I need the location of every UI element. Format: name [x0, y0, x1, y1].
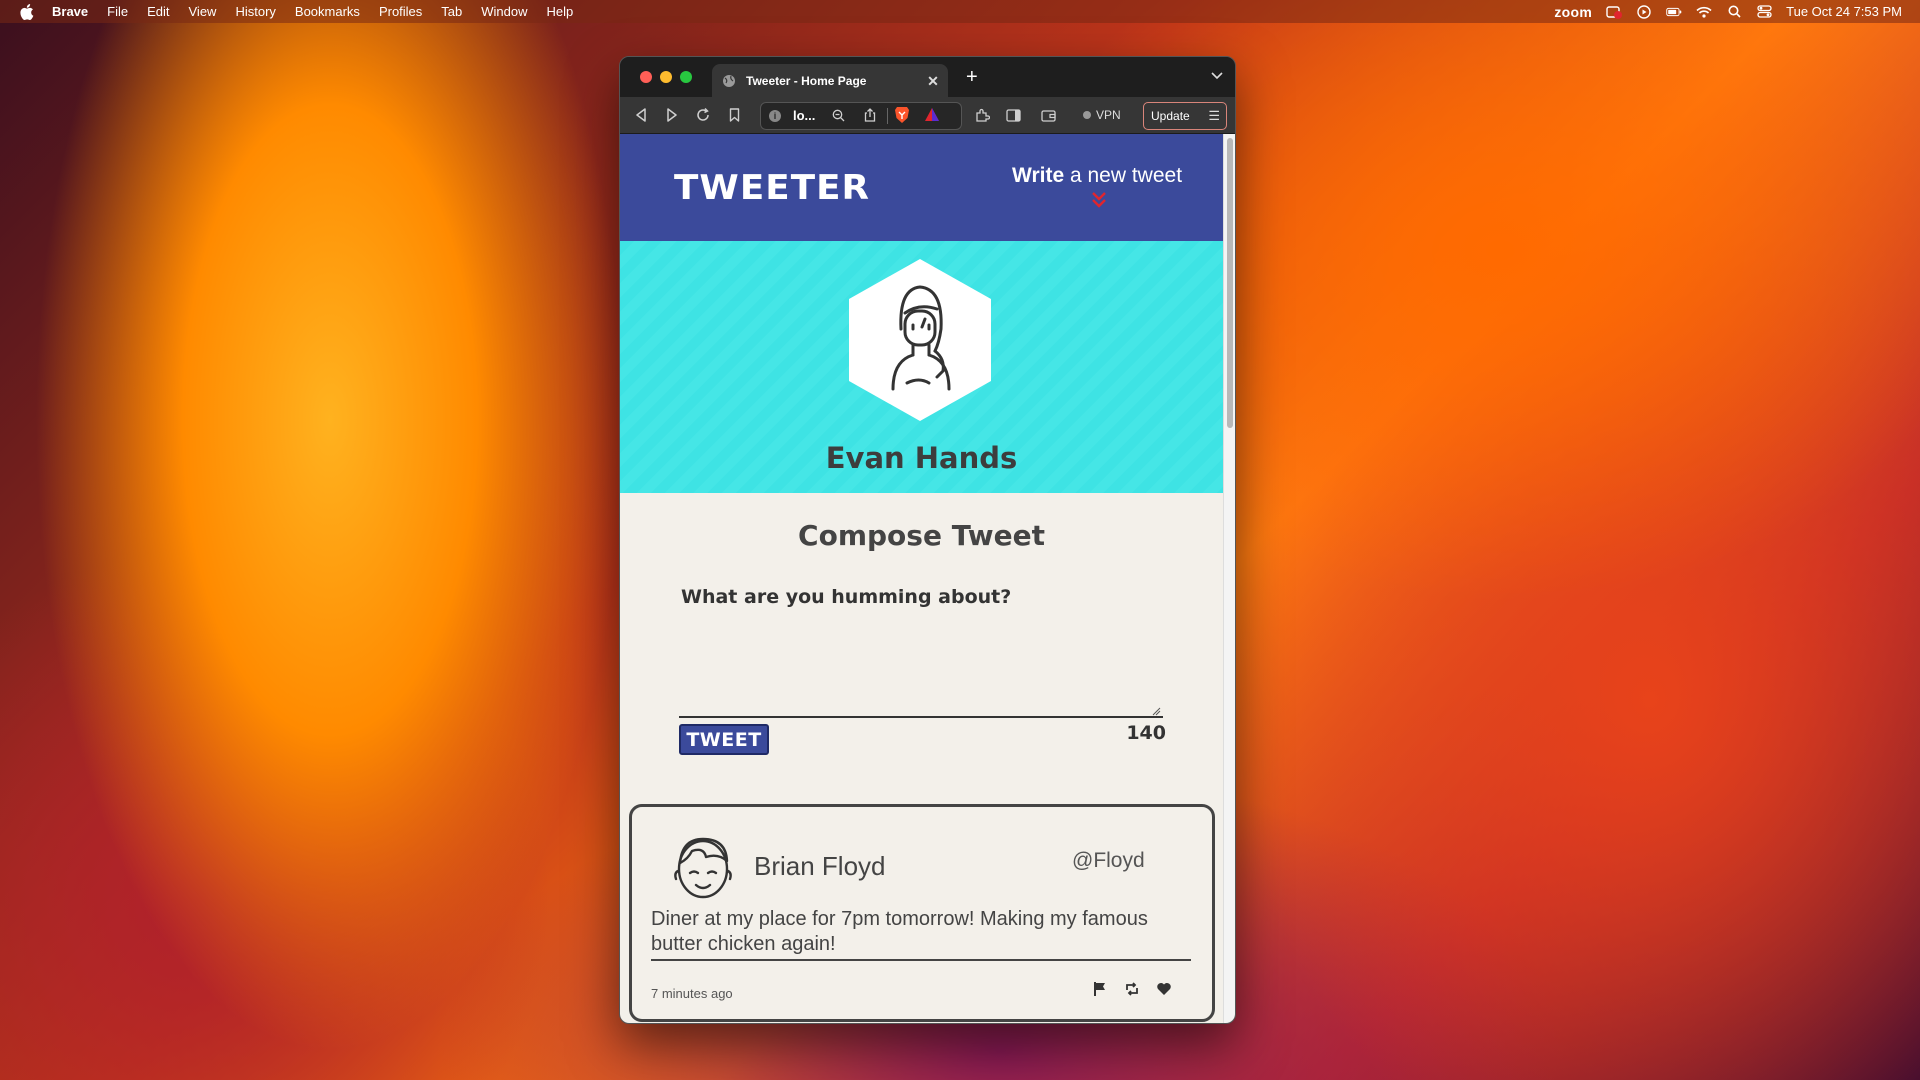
new-tab-plus-icon[interactable]: + — [966, 67, 978, 87]
tweet-submit-button[interactable]: TWEET — [679, 724, 769, 755]
play-circle-icon[interactable] — [1636, 4, 1652, 19]
page-viewport: TWEETER Write a new tweet Evan Hands Com… — [620, 134, 1223, 1023]
tweet-author-avatar — [670, 831, 736, 903]
zoom-status-item[interactable]: zoom — [1554, 4, 1592, 20]
zoom-out-icon[interactable] — [829, 106, 847, 124]
brave-shields-icon[interactable] — [893, 106, 911, 124]
vpn-label: VPN — [1096, 108, 1121, 122]
update-button[interactable]: Update ☰ — [1143, 102, 1227, 130]
tab-tweeter-home[interactable]: Tweeter - Home Page ✕ — [712, 64, 948, 97]
bookmark-icon[interactable] — [725, 106, 743, 124]
menu-bookmarks[interactable]: Bookmarks — [295, 4, 360, 19]
tweet-author-name: Brian Floyd — [754, 851, 886, 881]
hamburger-menu-icon[interactable]: ☰ — [1208, 108, 1220, 124]
menu-profiles[interactable]: Profiles — [379, 4, 422, 19]
tweet-text-input[interactable] — [679, 614, 1163, 718]
write-rest-text: a new tweet — [1064, 164, 1183, 187]
browser-window: Tweeter - Home Page ✕ + i lo... VPN Upda… — [619, 56, 1236, 1024]
profile-header: Evan Hands — [620, 241, 1223, 493]
battery-icon[interactable] — [1666, 5, 1682, 19]
profile-username: Evan Hands — [825, 441, 1018, 475]
back-icon[interactable] — [632, 106, 650, 124]
site-info-icon[interactable]: i — [769, 110, 781, 122]
brave-rewards-icon[interactable] — [923, 106, 941, 124]
menu-tab[interactable]: Tab — [441, 4, 462, 19]
address-bar[interactable]: i lo... — [760, 102, 962, 130]
menu-clock[interactable]: Tue Oct 24 7:53 PM — [1786, 4, 1902, 19]
share-icon[interactable] — [861, 106, 879, 124]
compose-title: Compose Tweet — [798, 519, 1045, 552]
tab-list-chevron-icon[interactable] — [1211, 69, 1223, 83]
globe-icon — [722, 74, 736, 88]
compose-prompt-label: What are you humming about? — [681, 586, 1012, 608]
apple-icon[interactable] — [18, 3, 36, 21]
scrollbar-thumb[interactable] — [1227, 138, 1233, 428]
tweeter-logo: TWEETER — [674, 168, 871, 208]
tweet-actions — [1092, 981, 1182, 1001]
spotlight-search-icon[interactable] — [1726, 5, 1742, 19]
menu-file[interactable]: File — [107, 4, 128, 19]
address-divider — [887, 108, 888, 124]
menu-app-name[interactable]: Brave — [52, 4, 88, 19]
control-center-icon[interactable] — [1756, 5, 1772, 19]
page-scrollbar[interactable] — [1223, 134, 1235, 1023]
tweet-author-handle: @Floyd — [1072, 849, 1145, 872]
menu-view[interactable]: View — [189, 4, 217, 19]
vpn-status-dot — [1083, 111, 1091, 119]
double-chevron-down-icon[interactable] — [1091, 190, 1107, 210]
extensions-icon[interactable] — [973, 106, 991, 124]
fullscreen-window-button[interactable] — [680, 71, 692, 83]
update-label: Update — [1151, 109, 1190, 123]
write-new-tweet-link[interactable]: Write a new tweet — [1012, 164, 1182, 188]
menu-help[interactable]: Help — [547, 4, 574, 19]
wallet-icon[interactable] — [1039, 106, 1057, 124]
reload-icon[interactable] — [694, 106, 712, 124]
wifi-icon[interactable] — [1696, 5, 1712, 19]
vpn-button[interactable]: VPN — [1079, 104, 1129, 126]
forward-icon[interactable] — [663, 106, 681, 124]
character-counter: 140 — [1126, 722, 1166, 744]
heart-icon[interactable] — [1156, 981, 1174, 999]
macos-menu-bar: Brave File Edit View History Bookmarks P… — [0, 0, 1920, 23]
menu-history[interactable]: History — [235, 4, 275, 19]
write-bold-text: Write — [1012, 164, 1065, 187]
url-text[interactable]: lo... — [793, 108, 815, 123]
profile-avatar — [849, 259, 991, 421]
tweeter-navbar: TWEETER Write a new tweet — [620, 134, 1223, 241]
tab-close-icon[interactable]: ✕ — [926, 74, 940, 88]
sidebar-toggle-icon[interactable] — [1004, 106, 1022, 124]
textarea-resize-handle-icon[interactable] — [1151, 703, 1161, 716]
minimize-window-button[interactable] — [660, 71, 672, 83]
tweet-content: Diner at my place for 7pm tomorrow! Maki… — [651, 907, 1191, 961]
retweet-icon[interactable] — [1124, 981, 1142, 999]
tab-title: Tweeter - Home Page — [746, 73, 867, 88]
menu-window[interactable]: Window — [481, 4, 527, 19]
tab-bar: Tweeter - Home Page ✕ + — [620, 57, 1235, 97]
calendar-badge-icon[interactable] — [1606, 5, 1623, 19]
menu-edit[interactable]: Edit — [147, 4, 169, 19]
tweet-timestamp: 7 minutes ago — [651, 986, 733, 1001]
tweet-card: Brian Floyd @Floyd Diner at my place for… — [629, 804, 1215, 1022]
close-window-button[interactable] — [640, 71, 652, 83]
flag-icon[interactable] — [1092, 981, 1110, 999]
browser-toolbar: i lo... VPN Update ☰ — [620, 97, 1235, 134]
